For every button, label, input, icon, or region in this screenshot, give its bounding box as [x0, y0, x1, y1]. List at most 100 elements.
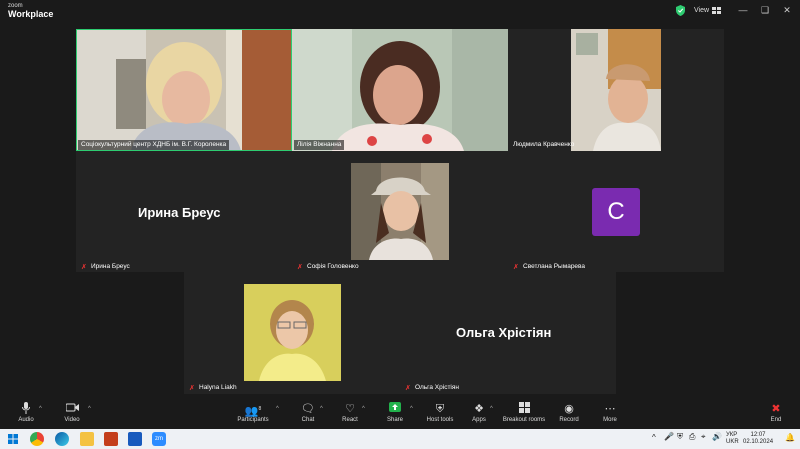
end-call-icon: ✖	[771, 403, 781, 415]
notifications-bell-icon[interactable]: 🔔	[785, 434, 795, 442]
muted-mic-icon: ✗	[405, 384, 411, 392]
language-top: УКР	[726, 432, 738, 438]
participant-video	[76, 29, 292, 151]
react-button[interactable]: ♡ React	[327, 402, 373, 423]
volume-icon[interactable]: 🔊	[712, 433, 722, 441]
title-bar: zoom Workplace View — ❑ ✕	[0, 0, 800, 22]
clock-time: 12:07	[750, 432, 766, 438]
chat-icon: 🗨	[301, 403, 315, 415]
participant-name: Светлана Рымарева	[523, 263, 586, 270]
language-bottom: UKR	[726, 439, 739, 445]
muted-mic-icon: ✗	[81, 263, 87, 271]
view-label: View	[694, 7, 710, 14]
brand-large: Workplace	[8, 9, 54, 19]
muted-mic-icon: ✗	[297, 263, 303, 271]
grid-icon	[712, 7, 722, 14]
react-options-chevron-icon[interactable]: ^	[362, 406, 365, 412]
participants-count: 8	[258, 406, 262, 412]
chrome-icon[interactable]	[30, 432, 44, 446]
chat-label: Chat	[301, 417, 315, 423]
more-icon: ⋯	[604, 403, 616, 415]
participant-name: Ирина Бреус	[91, 263, 130, 270]
record-label: Record	[559, 417, 579, 423]
share-label: Share	[386, 417, 403, 423]
avatar: C	[592, 188, 640, 236]
maximize-icon[interactable]: ❑	[759, 4, 771, 16]
powerpoint-icon[interactable]	[104, 432, 118, 446]
video-options-chevron-icon[interactable]: ^	[88, 406, 91, 412]
breakout-rooms-button[interactable]: Breakout rooms	[501, 402, 547, 423]
shield-tray-icon[interactable]: ⛨	[677, 433, 683, 441]
heart-icon: ♡	[345, 403, 355, 415]
apps-label: Apps	[472, 417, 486, 423]
participant-video	[508, 29, 724, 151]
minimize-icon[interactable]: —	[737, 4, 749, 16]
video-tile-1[interactable]: Соціокультурний центр ХДНБ ім. В.Г. Коро…	[76, 29, 292, 151]
record-button[interactable]: ◉ Record	[546, 402, 592, 423]
participant-name: Соціокультурний центр ХДНБ ім. В.Г. Коро…	[78, 140, 230, 150]
chat-options-chevron-icon[interactable]: ^	[320, 406, 323, 412]
zoom-window: zoom Workplace View — ❑ ✕ Соціокультурни…	[0, 0, 800, 449]
participant-display-name: Ольга Хрістіян	[456, 325, 552, 340]
video-tile-2[interactable]: Лілія Віжнанна	[292, 29, 508, 151]
share-options-chevron-icon[interactable]: ^	[410, 406, 413, 412]
windows-start-icon[interactable]	[8, 434, 18, 444]
video-tile-3[interactable]: Людмила Кравченко	[508, 29, 724, 151]
participant-video	[351, 163, 449, 260]
network-icon[interactable]: ⌖	[701, 433, 706, 441]
end-button[interactable]: ✖ End	[753, 402, 799, 423]
participant-video	[292, 29, 508, 151]
participants-icon: 👥8	[244, 405, 262, 418]
view-button[interactable]: View	[694, 4, 722, 17]
audio-options-chevron-icon[interactable]: ^	[39, 406, 42, 412]
video-tile-5[interactable]: ✗ Софія Головенко	[292, 151, 508, 272]
participant-nameplate: ✗ Светлана Рымарева	[510, 262, 588, 272]
apps-options-chevron-icon[interactable]: ^	[490, 406, 493, 412]
microphone-icon	[3, 402, 49, 416]
breakout-rooms-icon	[501, 402, 547, 416]
shield-icon[interactable]	[676, 5, 685, 16]
video-label: Video	[64, 417, 80, 423]
participants-button[interactable]: 👥8 Participants	[230, 402, 276, 423]
printer-tray-icon[interactable]: ⎙	[689, 433, 695, 441]
meeting-toolbar: Audio ^ Video ^ 👥8 Participants ^ 🗨 Chat…	[0, 400, 800, 429]
participant-nameplate: ✗ Ирина Бреус	[78, 262, 133, 272]
audio-button[interactable]: Audio	[3, 402, 49, 423]
word-icon[interactable]	[128, 432, 142, 446]
video-tile-7[interactable]: ✗ Halyna Liakh	[184, 272, 400, 394]
react-label: React	[342, 417, 358, 423]
video-tile-8[interactable]: Ольга Хрістіян ✗ Ольга Хрістіян	[400, 272, 616, 394]
participants-label: Participants	[237, 417, 269, 423]
file-explorer-icon[interactable]	[80, 432, 94, 446]
more-button[interactable]: ⋯ More	[587, 402, 633, 423]
participant-nameplate: ✗ Софія Головенко	[294, 262, 362, 272]
windows-taskbar: zm ^ 🎤 ⛨ ⎙ ⌖ 🔊 УКР UKR 12:07 02.10.2024 …	[0, 429, 800, 449]
participant-name: Лілія Віжнанна	[294, 140, 345, 150]
participant-name: Ольга Хрістіян	[415, 384, 459, 391]
participant-name: Людмила Кравченко	[513, 141, 575, 148]
chat-button[interactable]: 🗨 Chat	[285, 402, 331, 423]
edge-icon[interactable]	[55, 432, 69, 446]
apps-icon: ❖	[474, 403, 484, 415]
participant-name: Halyna Liakh	[199, 384, 237, 391]
close-icon[interactable]: ✕	[781, 4, 793, 16]
participant-nameplate: ✗ Ольга Хрістіян	[402, 383, 462, 393]
participant-display-name: Ирина Бреус	[138, 205, 221, 220]
participant-name: Софія Головенко	[307, 263, 359, 270]
end-label: End	[770, 417, 782, 423]
clock-date: 02.10.2024	[743, 439, 774, 445]
participant-video	[244, 284, 341, 381]
record-icon: ◉	[564, 403, 574, 415]
muted-mic-icon: ✗	[189, 384, 195, 392]
apps-button[interactable]: ❖ Apps	[456, 402, 502, 423]
participant-nameplate: ✗ Halyna Liakh	[186, 383, 240, 393]
tray-chevron-icon[interactable]: ^	[652, 434, 656, 442]
video-tile-4[interactable]: Ирина Бреус ✗ Ирина Бреус	[76, 151, 292, 272]
more-label: More	[603, 417, 617, 423]
microphone-tray-icon[interactable]: 🎤	[664, 433, 674, 441]
zoom-app-icon[interactable]: zm	[152, 432, 166, 446]
language-indicator[interactable]: УКР UKR	[726, 432, 739, 446]
clock[interactable]: 12:07 02.10.2024	[743, 432, 773, 446]
breakout-rooms-label: Breakout rooms	[502, 417, 546, 423]
participants-options-chevron-icon[interactable]: ^	[276, 406, 279, 412]
